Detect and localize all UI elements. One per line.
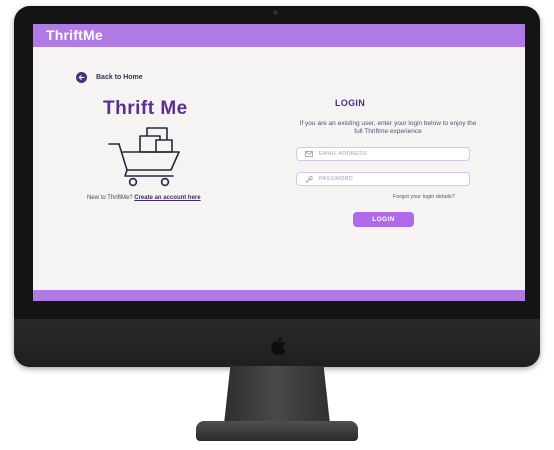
imac-mockup: ThriftMe Back to Home Thrift Me New to T… [0,0,554,450]
envelope-icon [305,151,313,158]
create-account-link[interactable]: Create an account here [134,195,200,201]
password-field[interactable] [296,172,470,186]
shopping-cart-icon [108,127,180,187]
camera-dot [273,10,278,15]
top-navbar: ThriftMe [33,24,525,47]
email-field[interactable] [296,147,470,161]
email-input[interactable] [319,151,449,157]
monitor-stand-base [196,421,358,441]
monitor-stand [224,366,330,424]
apple-logo-icon [271,337,286,355]
login-heading: LOGIN [335,98,365,108]
screen: ThriftMe Back to Home Thrift Me New to T… [33,24,525,301]
forgot-login-link[interactable]: Forgot your login details? [393,194,455,200]
page-title: Thrift Me [103,98,188,119]
login-description: If you are an existing user, enter your … [299,120,477,135]
back-to-home-label: Back to Home [96,74,143,81]
arrow-left-icon [76,72,87,83]
password-input[interactable] [319,176,449,182]
monitor-chin [14,319,540,367]
brand-logo[interactable]: ThriftMe [46,27,103,43]
login-button[interactable]: LOGIN [353,212,414,227]
signup-prompt: New to ThriftMe? Create an account here [87,195,201,201]
signup-prompt-text: New to ThriftMe? [87,195,133,201]
key-icon [305,175,313,183]
bottom-bar [33,290,525,301]
back-to-home-link[interactable]: Back to Home [76,72,143,83]
